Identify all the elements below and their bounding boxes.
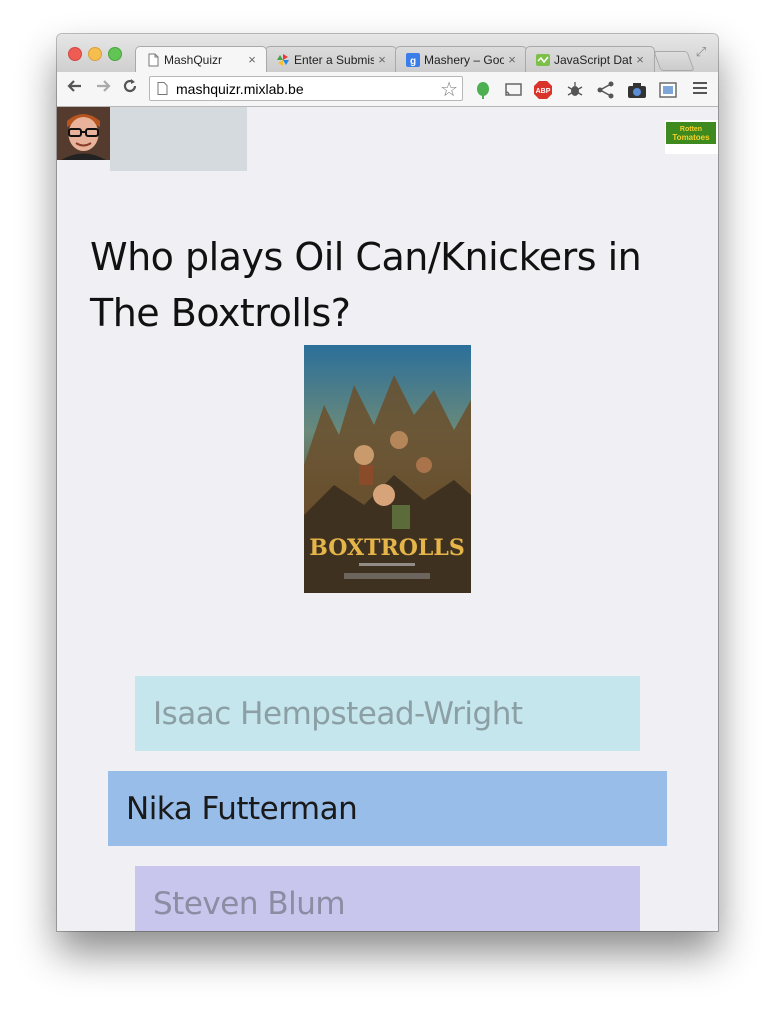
pinwheel-icon [277,53,289,66]
page-icon [148,53,159,66]
wave-icon [536,53,550,66]
answer-label: Steven Blum [153,885,346,922]
hamburger-menu-icon[interactable] [693,82,707,97]
close-window-button[interactable] [68,47,82,61]
forward-button[interactable] [92,77,114,99]
tab-submission[interactable]: Enter a Submis × [265,46,397,72]
avatar[interactable] [57,107,110,160]
arrow-right-icon [97,80,111,92]
tab-title: JavaScript Date [554,52,632,67]
tab-title: Enter a Submis [294,52,374,67]
arrow-left-icon [67,80,81,92]
camera-icon[interactable] [627,80,647,100]
adblock-plus-icon[interactable]: ABP [533,80,553,100]
answer-label: Isaac Hempstead-Wright [153,695,523,732]
fullscreen-icon[interactable]: ⤢ [693,44,709,60]
page-icon [157,82,168,95]
answer-option-1[interactable]: Isaac Hempstead-Wright [135,676,640,751]
tab-mashquizr[interactable]: MashQuizr × [135,46,267,72]
browser-toolbar: mashquizr.mixlab.be ☆ ABP [57,72,718,107]
browser-window: MashQuizr × Enter a Submis × g Mashery –… [57,34,718,931]
tab-strip: MashQuizr × Enter a Submis × g Mashery –… [57,34,718,72]
tab-javascript-date[interactable]: JavaScript Date × [525,46,655,72]
google-icon: g [406,52,420,67]
question-text: Who plays Oil Can/Knickers in The Boxtro… [90,235,642,335]
svg-text:Tomatoes: Tomatoes [672,133,710,142]
bug-icon[interactable] [565,80,585,100]
quiz-page: Rotten Tomatoes Who plays Oil Can/Knicke… [57,107,718,931]
star-icon[interactable]: ☆ [440,77,458,102]
svg-text:Rotten: Rotten [680,126,702,133]
close-tab-icon[interactable]: × [632,52,648,67]
tab-mashery[interactable]: g Mashery – Goo × [395,46,527,72]
svg-text:g: g [410,56,416,67]
reload-button[interactable] [119,77,141,99]
share-icon[interactable] [596,80,616,100]
answer-option-3[interactable]: Steven Blum [135,866,640,931]
header-placeholder [110,107,247,171]
close-tab-icon[interactable]: × [244,52,260,67]
tab-title: MashQuizr [164,52,223,67]
svg-text:ABP: ABP [536,88,551,95]
zoom-window-button[interactable] [108,47,122,61]
back-button[interactable] [64,77,86,99]
answer-option-2[interactable]: Nika Futterman [108,771,667,846]
rotten-tomatoes-logo: Rotten Tomatoes [665,120,718,154]
movie-poster: BOXTROLLS [304,345,471,593]
minimize-window-button[interactable] [88,47,102,61]
address-bar[interactable]: mashquizr.mixlab.be ☆ [149,76,463,101]
reload-icon [123,79,137,93]
url-text: mashquizr.mixlab.be [176,81,304,97]
poster-title: BOXTROLLS [309,535,465,561]
tab-title: Mashery – Goo [424,52,504,67]
screenshot-icon[interactable] [658,80,678,100]
new-tab-button[interactable] [653,51,695,71]
close-tab-icon[interactable]: × [504,52,520,67]
evernote-icon[interactable] [473,80,493,100]
close-tab-icon[interactable]: × [374,52,390,67]
cast-icon[interactable] [503,80,523,100]
answer-label: Nika Futterman [126,790,358,827]
